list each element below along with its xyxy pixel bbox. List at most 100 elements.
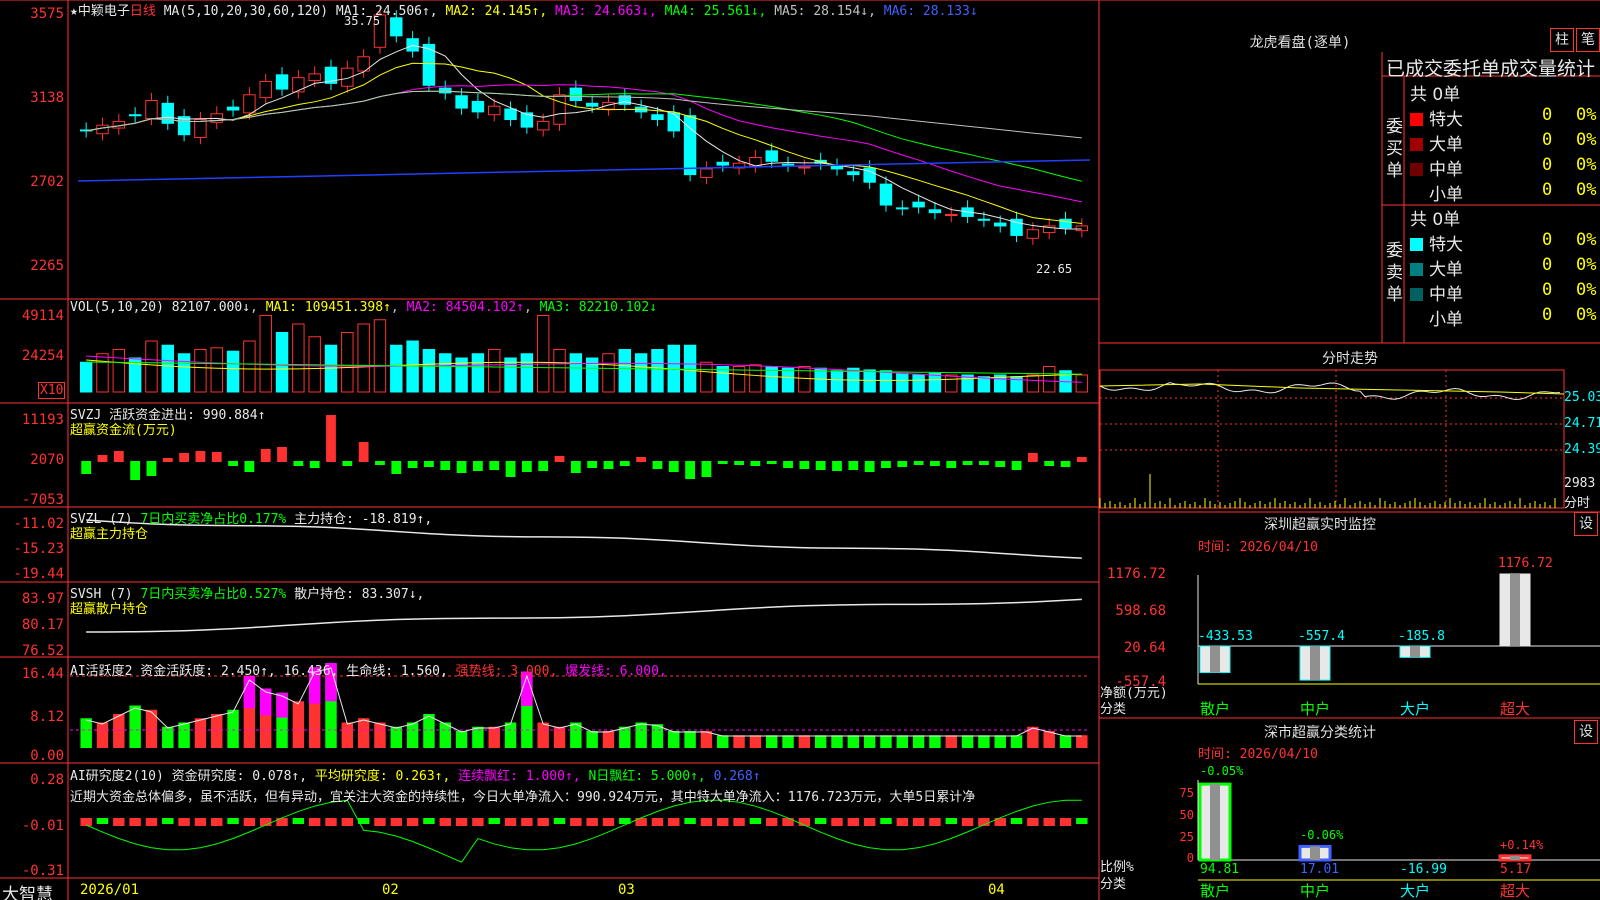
candle-body (145, 99, 158, 120)
svzj-bar (456, 461, 467, 473)
ai1-bar (684, 731, 696, 748)
order-row-pct: 0% (1576, 130, 1597, 150)
svzj-bar (342, 461, 353, 466)
ai2-bar (896, 818, 909, 826)
order-row: 中单 0 0% (1410, 155, 1600, 180)
svzj-bar (701, 461, 712, 477)
svzj-bar (81, 461, 92, 474)
monitor-settings-button[interactable]: 设 (1574, 512, 1598, 536)
svsh-ratio: 7日内买卖净占比0.527% (140, 587, 287, 602)
volume-bar (520, 353, 534, 393)
intraday-axis-a: 25.03 (1564, 390, 1600, 405)
ai2-axis-a: 0.28 (30, 772, 64, 788)
candle-body (226, 106, 240, 111)
svsh-sub: 超赢散户持仓 (70, 602, 149, 617)
volume-bar (373, 319, 387, 393)
ai2-bar (406, 818, 419, 826)
color-swatch (1410, 113, 1423, 126)
candle-body (259, 80, 272, 99)
svzj-bar (326, 415, 336, 462)
stock-name[interactable]: 中颖电子 (78, 4, 130, 19)
order-row: 特大 0 0% (1410, 230, 1600, 255)
candle-body (292, 77, 305, 93)
class-time: 时间: 2026/04/10 (1198, 747, 1318, 762)
ai1-bar (782, 735, 794, 748)
svzj-axis-b: 2070 (30, 452, 64, 468)
ai2-bar (162, 818, 174, 824)
category-label: 大户 (1400, 700, 1431, 718)
ai1-bar (1010, 735, 1023, 748)
class-axis-a: 75 (1179, 786, 1194, 800)
svzj-bar (113, 451, 124, 462)
tick-mode-button[interactable]: 笔 (1576, 28, 1600, 52)
volume-bar (879, 370, 893, 393)
ai2-bar (145, 818, 158, 826)
volume-bar (1075, 374, 1089, 393)
svzj-bar (946, 461, 957, 468)
ai1-bar (374, 722, 386, 748)
class-change: -0.05% (1200, 764, 1244, 778)
order-row-pct: 0% (1576, 255, 1597, 275)
ma-value-5: MA5: 28.154↓, (766, 4, 876, 19)
ai1-header: AI活跃度2 资金活跃度: 2.450↑, 16.436, 生命线: 1.560… (70, 660, 667, 679)
candle-body (488, 105, 501, 116)
color-swatch (1410, 163, 1423, 176)
ai1-bar (863, 735, 876, 748)
svzj-bar (489, 461, 500, 470)
class-settings-button[interactable]: 设 (1574, 720, 1598, 744)
ai1-bar (357, 718, 370, 748)
svzj-bar (995, 461, 1006, 467)
volume-bar (618, 349, 632, 393)
period-label[interactable]: 日线 (130, 4, 156, 19)
candle-body (651, 114, 664, 120)
ai2-bar (504, 818, 517, 826)
ai2-bar (553, 818, 566, 824)
order-row: 小单 0 0% (1410, 180, 1600, 205)
volume-bar (651, 349, 664, 393)
ai2-axis-c: -0.31 (21, 863, 64, 879)
svzj-bar (244, 461, 255, 472)
brand-logo[interactable]: 大智慧 (2, 880, 53, 900)
price-axis-1: 3138 (30, 90, 64, 106)
monitor-bar-shade (1310, 646, 1320, 681)
stat-title: 已成交委托单成交量统计 (1386, 58, 1596, 80)
ai2-bar (243, 818, 256, 826)
monitor-title: 深圳超赢实时监控 (1264, 517, 1376, 533)
svsh-line (86, 598, 1082, 633)
svzj-bar (587, 461, 598, 468)
ai1-bar (880, 735, 892, 748)
price-axis-top: 3575 (30, 6, 64, 22)
ai2-bar (831, 818, 843, 826)
ai1-bar (455, 731, 468, 748)
candle-body (553, 94, 566, 125)
volume-bar (863, 369, 876, 393)
candle-body (536, 120, 550, 131)
volume-bar (210, 347, 223, 393)
volume-bar (341, 332, 354, 393)
ai1-bar (929, 735, 941, 748)
order-row: 中单 0 0% (1410, 280, 1600, 305)
intraday-axis-e: 分时 (1564, 496, 1591, 511)
svzj-bar (440, 461, 451, 470)
volume-bar (161, 344, 174, 393)
svzj-bar (407, 461, 418, 468)
intraday-axis-c: 24.39 (1564, 442, 1600, 457)
ai1-burst: 爆发线: 6.000, (565, 664, 667, 679)
vol-unit-x10[interactable]: X10 (38, 382, 66, 399)
order-row-name: 小单 (1429, 185, 1463, 205)
ai2-bar (912, 818, 925, 826)
favorite-star-icon[interactable]: ★ (70, 4, 78, 19)
ai1-bar (733, 735, 745, 748)
candle-body (781, 163, 795, 166)
volume-bar (1026, 374, 1040, 393)
order-row-count: 0 (1542, 155, 1553, 175)
ai2-bar (651, 818, 664, 826)
ma-line-120 (77, 159, 1091, 182)
svzl-axis-a: -11.02 (13, 516, 64, 532)
order-row-name: 中单 (1429, 285, 1463, 305)
ma-value-6: MA6: 28.133↓ (875, 4, 978, 19)
ai1-bar (798, 735, 811, 748)
bar-mode-button[interactable]: 柱 (1550, 28, 1574, 52)
class-change: -0.06% (1300, 828, 1344, 842)
monitor-value: -557.4 (1298, 629, 1345, 644)
